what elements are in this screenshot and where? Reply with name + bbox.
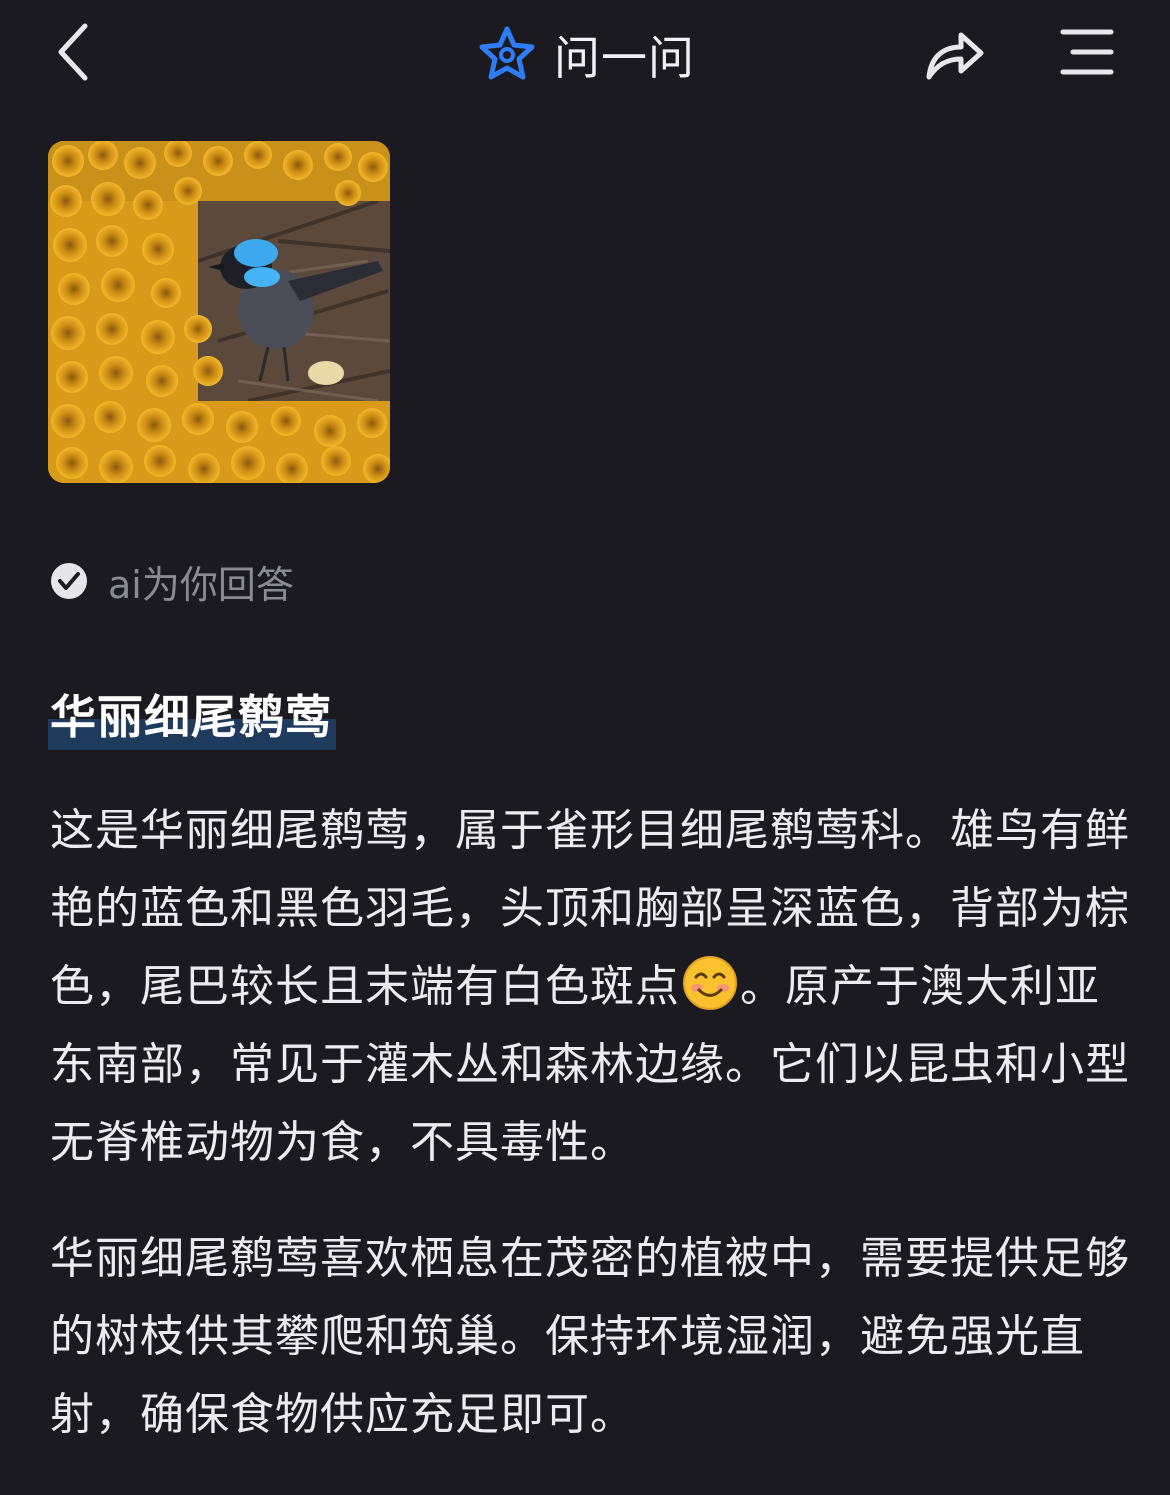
smiling-face-emoji xyxy=(683,956,737,1010)
share-arrow-icon xyxy=(926,32,984,80)
ai-answer-label: ai为你回答 xyxy=(108,562,294,607)
page-title: 问一问 xyxy=(554,31,695,85)
top-bar: 问一问 xyxy=(0,0,1170,110)
answer-paragraph-2: 华丽细尾鹩莺喜欢栖息在茂密的植被中，需要提供足够的树枝供其攀爬和筑巢。保持环境湿… xyxy=(50,1233,1130,1440)
share-button[interactable] xyxy=(918,20,990,86)
chevron-left-icon xyxy=(58,23,88,81)
answer-title: 华丽细尾鹩莺 xyxy=(48,688,336,750)
star-logo-icon xyxy=(476,24,538,86)
answer-paragraph-1: 这是华丽细尾鹩莺，属于雀形目细尾鹩莺科。雄鸟有鲜艳的蓝色和黑色羽毛，头顶和胸部呈… xyxy=(50,792,1130,1182)
ai-answer-status: ai为你回答 xyxy=(50,552,294,610)
menu-button[interactable] xyxy=(1052,22,1122,82)
check-circle-icon xyxy=(50,562,88,600)
bird-photo[interactable] xyxy=(48,141,390,483)
menu-icon xyxy=(1060,29,1114,75)
back-button[interactable] xyxy=(48,22,98,82)
header-title: 问一问 xyxy=(476,22,695,88)
